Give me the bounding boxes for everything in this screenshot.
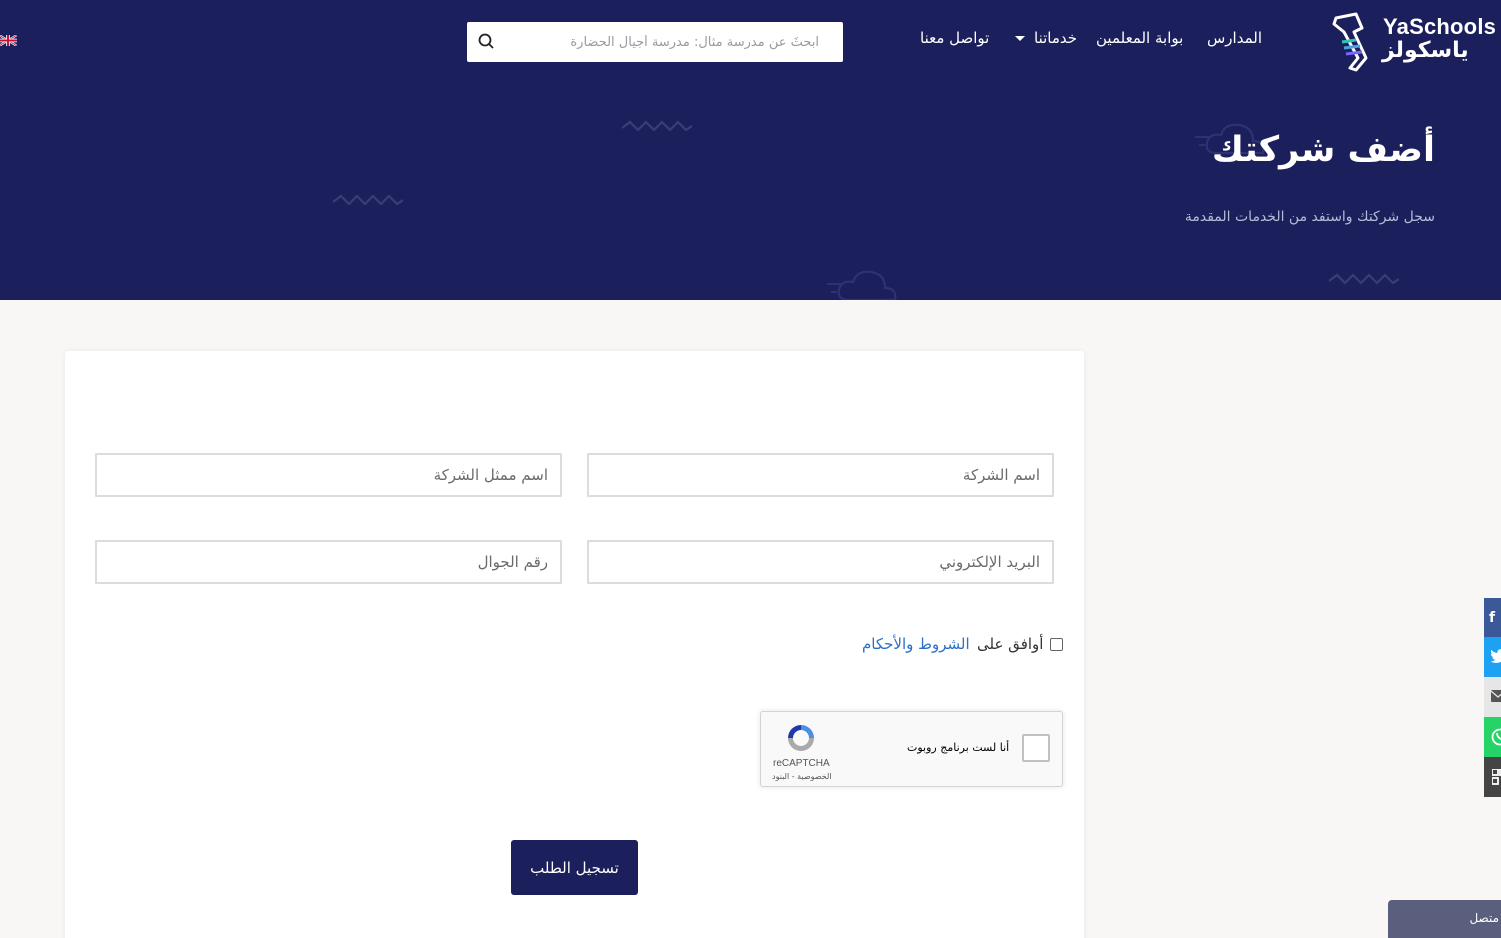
chevron-down-icon[interactable]: [1015, 36, 1025, 41]
live-chat-tab[interactable]: متصل: [1388, 900, 1501, 938]
terms-link[interactable]: الشروط والأحكام: [862, 635, 970, 653]
mobile-input[interactable]: [97, 542, 560, 582]
page-header: YaSchools ياسكولز المدارس بوابة المعلمين…: [0, 0, 1501, 300]
whatsapp-icon: [1491, 728, 1501, 746]
facebook-share-button[interactable]: f: [1484, 598, 1501, 638]
logo-text-ar: ياسكولز: [1382, 38, 1469, 63]
recaptcha-widget: أنا لست برنامج روبوت reCAPTCHA الخصوصية …: [760, 711, 1063, 787]
recaptcha-label: أنا لست برنامج روبوت: [907, 741, 1010, 754]
facebook-icon: f: [1489, 610, 1496, 626]
email-field: [587, 540, 1054, 584]
page-title: أضف شركتك: [1211, 130, 1435, 170]
school-search: [467, 22, 843, 62]
recaptcha-checkbox[interactable]: [1022, 734, 1050, 762]
email-icon: [1491, 690, 1501, 702]
logo-text-en: YaSchools: [1383, 14, 1497, 39]
nav-contact[interactable]: تواصل معنا: [920, 29, 989, 47]
zigzag-decoration: [622, 120, 692, 132]
search-icon[interactable]: [477, 32, 497, 52]
email-share-button[interactable]: [1484, 677, 1501, 717]
company-name-input[interactable]: [589, 455, 1052, 495]
chat-status-label: متصل: [1469, 911, 1499, 925]
twitter-icon: [1491, 649, 1501, 663]
uk-flag-icon[interactable]: [0, 35, 17, 46]
nav-teachers-portal[interactable]: بوابة المعلمين: [1096, 29, 1183, 47]
nav-services[interactable]: خدماتنا: [1034, 29, 1077, 47]
whatsapp-share-button[interactable]: [1484, 717, 1501, 757]
twitter-share-button[interactable]: [1484, 637, 1501, 677]
zigzag-decoration: [1329, 273, 1399, 285]
add-company-form: أوافق على الشروط والأحكام أنا لست برنامج…: [65, 351, 1084, 938]
company-name-field: [587, 453, 1054, 497]
submit-button[interactable]: تسجيل الطلب: [511, 840, 638, 895]
recaptcha-brand: reCAPTCHA: [773, 758, 830, 769]
terms-checkbox[interactable]: [1050, 638, 1063, 651]
representative-name-input[interactable]: [97, 455, 560, 495]
more-share-button[interactable]: [1484, 757, 1501, 797]
logo-mark-icon: [1332, 12, 1368, 72]
recaptcha-logo-icon: [788, 725, 814, 751]
zigzag-decoration: [333, 194, 403, 206]
page-subtitle: سجل شركتك واستفد من الخدمات المقدمة: [1184, 209, 1435, 225]
search-input[interactable]: [507, 22, 837, 62]
site-logo[interactable]: YaSchools ياسكولز: [1330, 12, 1501, 74]
email-input[interactable]: [589, 542, 1052, 582]
representative-name-field: [95, 453, 562, 497]
recaptcha-privacy-terms[interactable]: الخصوصية - البنود: [772, 772, 832, 781]
mobile-field: [95, 540, 562, 584]
terms-agree-label: أوافق على: [977, 635, 1044, 653]
more-share-icon: [1492, 769, 1501, 785]
nav-schools[interactable]: المدارس: [1207, 29, 1262, 47]
cloud-decoration: [827, 270, 897, 300]
